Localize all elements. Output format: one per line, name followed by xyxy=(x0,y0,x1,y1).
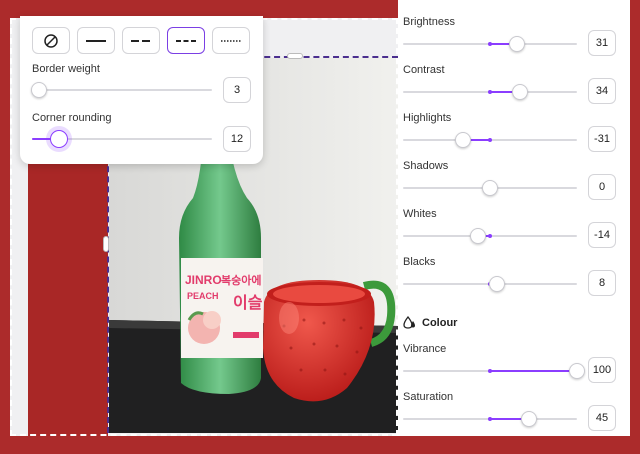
dotted-line-icon xyxy=(221,39,241,42)
contrast-thumb[interactable] xyxy=(511,84,528,100)
colour-heading-text: Colour xyxy=(422,317,458,329)
shadows-slider[interactable] xyxy=(403,180,577,196)
vibrance-label: Vibrance xyxy=(403,343,447,355)
saturation-slider[interactable] xyxy=(403,411,577,427)
saturation-center-marker xyxy=(488,417,492,421)
vibrance-thumb[interactable] xyxy=(569,363,585,379)
brightness-center-marker xyxy=(488,42,492,46)
brightness-label: Brightness xyxy=(403,16,455,28)
saturation-label: Saturation xyxy=(403,391,454,403)
vibrance-slider[interactable] xyxy=(403,363,585,379)
saturation-thumb[interactable] xyxy=(521,411,538,427)
corner-rounding-thumb[interactable] xyxy=(50,130,68,148)
editor-bottom-edge xyxy=(0,436,640,454)
brightness-thumb[interactable] xyxy=(508,36,525,52)
corner-rounding-label: Corner rounding xyxy=(32,112,112,124)
whites-thumb[interactable] xyxy=(469,228,486,244)
corner-rounding-value[interactable]: 12 xyxy=(223,126,251,152)
whites-center-marker xyxy=(488,234,492,238)
blacks-slider[interactable] xyxy=(403,276,577,292)
shadows-value[interactable]: 0 xyxy=(588,174,616,200)
contrast-center-marker xyxy=(488,90,492,94)
blacks-label: Blacks xyxy=(403,256,436,268)
vibrance-center-marker xyxy=(488,369,492,373)
contrast-slider[interactable] xyxy=(403,84,577,100)
brightness-value[interactable]: 31 xyxy=(588,30,616,56)
blacks-thumb[interactable] xyxy=(488,276,505,292)
shadows-thumb[interactable] xyxy=(482,180,498,196)
contrast-label: Contrast xyxy=(403,64,445,76)
border-weight-label: Border weight xyxy=(32,63,100,75)
shadows-label: Shadows xyxy=(403,160,449,172)
highlights-slider[interactable] xyxy=(403,132,577,148)
editor-edge xyxy=(630,0,640,454)
vibrance-value[interactable]: 100 xyxy=(588,357,616,383)
contrast-value[interactable]: 34 xyxy=(588,78,616,104)
saturation-value[interactable]: 45 xyxy=(588,405,616,431)
whites-slider[interactable] xyxy=(403,228,577,244)
border-dash-button[interactable] xyxy=(167,27,205,54)
border-solid-button[interactable] xyxy=(77,27,115,54)
colour-section-heading: Colour xyxy=(403,316,457,330)
no-border-icon xyxy=(44,33,58,48)
dash-line-icon xyxy=(176,39,196,42)
border-dotted-button[interactable] xyxy=(212,27,250,54)
long-dash-line-icon xyxy=(131,39,151,42)
highlights-thumb[interactable] xyxy=(455,132,472,148)
droplets-icon xyxy=(403,316,415,329)
corner-rounding-slider[interactable] xyxy=(32,130,212,148)
adjust-panel: Brightness 31 Contrast 34 Highlights -31 Shado… xyxy=(398,0,630,436)
border-style-popover: Border weight 3 Corner rounding 12 xyxy=(20,16,263,164)
border-long-dash-button[interactable] xyxy=(122,27,160,54)
whites-label: Whites xyxy=(403,208,437,220)
border-none-button[interactable] xyxy=(32,27,70,54)
highlights-value[interactable]: -31 xyxy=(588,126,616,152)
blacks-value[interactable]: 8 xyxy=(588,270,616,296)
whites-value[interactable]: -14 xyxy=(588,222,616,248)
solid-line-icon xyxy=(86,39,106,42)
border-weight-slider[interactable] xyxy=(31,82,212,98)
border-weight-thumb[interactable] xyxy=(31,82,48,98)
vibrance-fill xyxy=(490,370,577,372)
highlights-label: Highlights xyxy=(403,112,452,124)
highlights-center-marker xyxy=(488,138,492,142)
brightness-slider[interactable] xyxy=(403,36,577,52)
border-weight-value[interactable]: 3 xyxy=(223,77,251,103)
